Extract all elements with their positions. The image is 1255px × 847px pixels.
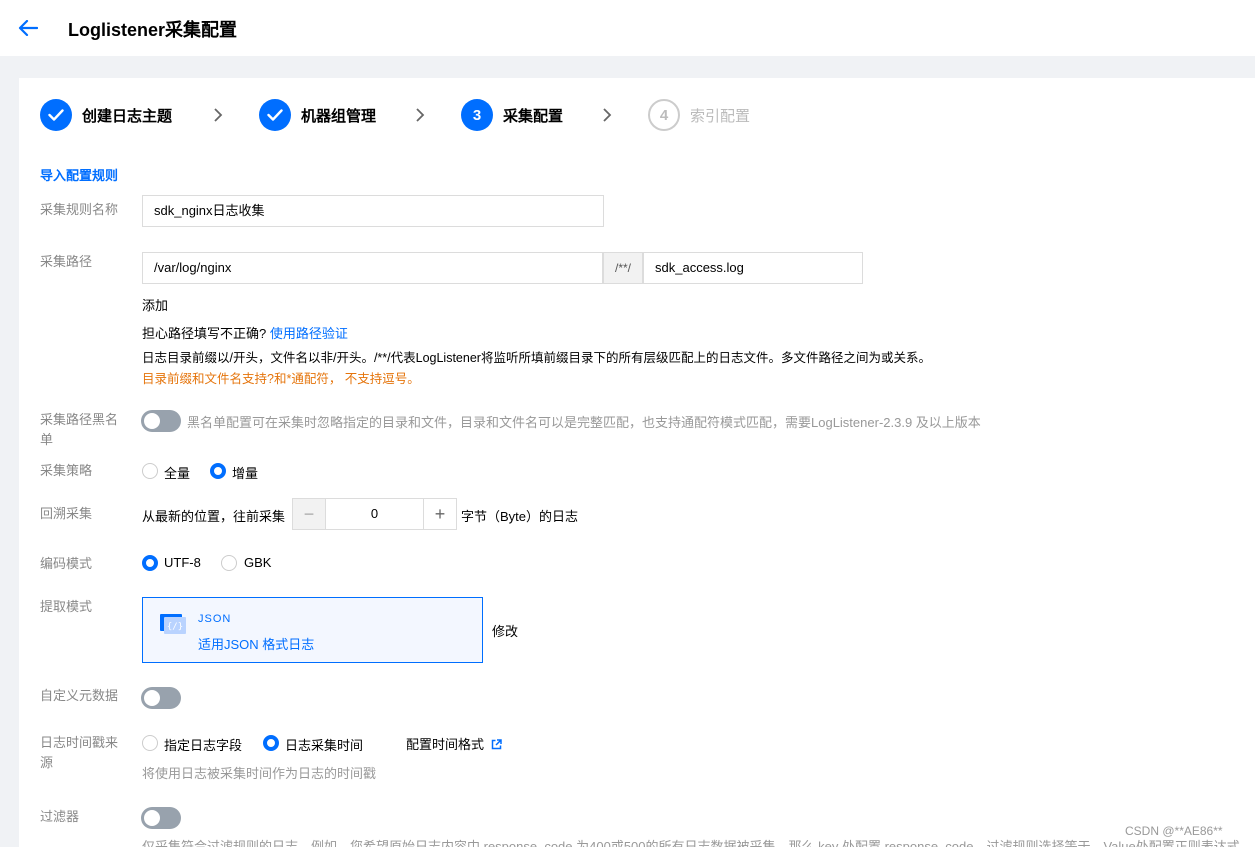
step-label: 索引配置 [690,107,751,125]
custom-meta-label: 自定义元数据 [40,688,119,703]
path-help-line: 担心路径填写不正确? 使用路径验证 [142,323,348,342]
json-file-icon: {/} [160,614,186,634]
encoding-utf8-radio[interactable] [142,555,158,571]
encoding-utf8-label: UTF-8 [164,555,201,570]
backtrack-label: 回溯采集 [40,506,93,521]
step-collect-config[interactable]: 3 采集配置 [461,99,563,131]
modify-extract-link[interactable]: 修改 [492,621,518,640]
strategy-full-radio[interactable] [142,463,158,479]
blacklist-desc: 黑名单配置可在采集时忽略指定的目录和文件，目录和文件名可以是完整匹配，也支持通配… [187,415,981,430]
step-label: 机器组管理 [301,107,377,125]
config-time-format-text: 配置时间格式 [406,737,485,752]
check-icon [40,99,72,131]
strategy-full-label: 全量 [164,466,191,481]
watermark: CSDN @**AE86** [1125,824,1223,838]
extract-mode-title: JSON [198,613,232,625]
step-label: 创建日志主题 [82,107,173,125]
chevron-right-icon [214,108,223,122]
check-icon [259,99,291,131]
help-question: 担心路径填写不正确? [142,326,267,341]
path-separator: /**/ [603,252,643,284]
custom-meta-toggle[interactable] [141,687,181,709]
timestamp-collect-label: 日志采集时间 [285,738,364,753]
rule-name-input[interactable]: sdk_nginx日志收集 [142,195,604,227]
encoding-gbk-radio[interactable] [221,555,237,571]
external-link-icon [491,739,502,750]
blacklist-label: 采集路径黑名单 [40,412,119,447]
step-number: 3 [461,99,493,131]
filter-desc: 仅采集符合过滤规则的日志，例如，您希望原始日志内容中 response_code… [142,839,1240,847]
strategy-incremental-radio[interactable] [210,463,226,479]
timestamp-collect-radio[interactable] [263,735,279,751]
step-label: 采集配置 [503,107,564,125]
strategy-label: 采集策略 [40,463,93,478]
timestamp-field-radio[interactable] [142,735,158,751]
path-help-desc: 日志目录前缀以/开头，文件名以非/开头。/**/代表LogListener将监听… [142,351,931,365]
page-title: Loglistener采集配置 [68,20,238,40]
encoding-gbk-label: GBK [244,555,272,570]
extract-mode-card[interactable]: {/} JSON 适用JSON 格式日志 [142,597,483,663]
path-dir-input[interactable]: /var/log/nginx [142,252,603,284]
extract-mode-desc: 适用JSON 格式日志 [198,637,315,652]
config-time-format-link[interactable]: 配置时间格式 [406,734,502,753]
path-file-input[interactable]: sdk_access.log [643,252,863,284]
top-bar: Loglistener采集配置 [0,0,1255,56]
strategy-incremental-label: 增量 [232,466,259,481]
chevron-right-icon [416,108,425,122]
back-arrow-icon[interactable] [14,14,42,42]
backtrack-prefix: 从最新的位置，往前采集 [142,509,286,524]
backtrack-suffix: 字节（Byte）的日志 [461,509,579,524]
rule-name-label: 采集规则名称 [40,202,119,217]
chevron-right-icon [603,108,612,122]
timestamp-hint: 将使用日志被采集时间作为日志的时间戳 [142,766,377,781]
path-verify-link[interactable]: 使用路径验证 [270,326,348,341]
filter-toggle[interactable] [141,807,181,829]
extract-mode-label: 提取模式 [40,599,93,614]
step-number: 4 [648,99,680,131]
backtrack-input[interactable]: 0 [325,498,424,530]
path-help-warning: 目录前缀和文件名支持?和*通配符， 不支持逗号。 [142,372,420,386]
timestamp-field-label: 指定日志字段 [164,738,243,753]
config-card: 创建日志主题 机器组管理 3 采集配置 4 索引配置 导入配置规则 采集规则名称… [19,78,1255,847]
blacklist-toggle[interactable] [141,410,181,432]
step-create-topic[interactable]: 创建日志主题 [40,99,172,131]
svg-text:{/}: {/} [167,622,183,632]
collect-path-label: 采集路径 [40,254,93,269]
decrement-button[interactable]: − [292,498,326,530]
increment-button[interactable]: + [423,498,457,530]
encoding-label: 编码模式 [40,556,93,571]
step-machine-group[interactable]: 机器组管理 [259,99,376,131]
filter-label: 过滤器 [40,809,80,824]
add-path-link[interactable]: 添加 [142,295,168,314]
step-index-config[interactable]: 4 索引配置 [648,99,750,131]
import-config-link[interactable]: 导入配置规则 [40,165,118,184]
timestamp-source-label: 日志时间戳来源 [40,735,119,770]
